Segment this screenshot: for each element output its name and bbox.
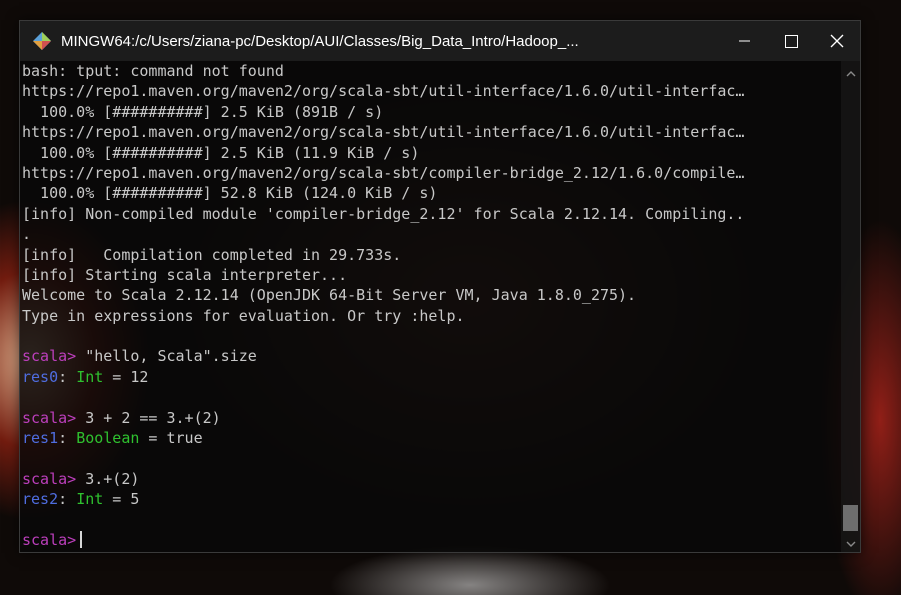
terminal-line: [info] Non-compiled module 'compiler-bri…: [22, 204, 745, 223]
terminal-line: Type in expressions for evaluation. Or t…: [22, 306, 465, 325]
repl-active-input-line[interactable]: scala>: [22, 530, 840, 550]
repl-command: "hello, Scala".size: [76, 347, 257, 366]
chevron-up-icon: [846, 62, 856, 81]
title-bar[interactable]: MINGW64:/c/Users/ziana-pc/Desktop/AUI/Cl…: [20, 21, 860, 61]
mingw-diamond-icon[interactable]: [31, 30, 53, 52]
result-value: = 5: [103, 490, 140, 509]
result-colon: :: [58, 490, 77, 509]
terminal-window[interactable]: MINGW64:/c/Users/ziana-pc/Desktop/AUI/Cl…: [19, 20, 861, 553]
result-name: res2: [22, 490, 59, 509]
result-name: res0: [22, 367, 59, 386]
repl-input-line: scala> 3.+(2): [22, 469, 840, 489]
terminal-line: https://repo1.maven.org/maven2/org/scala…: [22, 123, 745, 142]
repl-result-line: res1: Boolean = true: [22, 428, 840, 448]
minimize-button[interactable]: [722, 21, 768, 61]
repl-input-line: scala> "hello, Scala".size: [22, 346, 840, 366]
terminal-line: https://repo1.maven.org/maven2/org/scala…: [22, 163, 745, 182]
repl-result-line: res0: Int = 12: [22, 367, 840, 387]
result-name: res1: [22, 429, 59, 448]
terminal-line: 100.0% [##########] 52.8 KiB (124.0 KiB …: [22, 184, 438, 203]
terminal-line: [info] Compilation completed in 29.733s.: [22, 245, 402, 264]
terminal-line: 100.0% [##########] 2.5 KiB (11.9 KiB / …: [22, 143, 420, 162]
result-type: Boolean: [76, 429, 140, 448]
text-cursor: [80, 530, 83, 548]
result-type: Int: [76, 490, 104, 509]
result-value: = 12: [103, 367, 149, 386]
repl-command: 3 + 2 == 3.+(2): [76, 408, 221, 427]
scroll-up-button[interactable]: [841, 61, 860, 81]
terminal-line: bash: tput: command not found: [22, 62, 284, 80]
close-button[interactable]: [814, 21, 860, 61]
result-colon: :: [58, 429, 77, 448]
terminal-line: [info] Starting scala interpreter...: [22, 265, 348, 284]
maximize-button[interactable]: [768, 21, 814, 61]
scala-prompt: scala>: [22, 530, 77, 549]
scrollbar-thumb[interactable]: [843, 505, 858, 531]
repl-command: 3.+(2): [76, 469, 140, 488]
scala-prompt: scala>: [22, 469, 77, 488]
terminal-line: 100.0% [##########] 2.5 KiB (891B / s): [22, 102, 384, 121]
terminal-output[interactable]: bash: tput: command not found https://re…: [20, 61, 840, 552]
scroll-down-button[interactable]: [841, 532, 860, 552]
scala-prompt: scala>: [22, 408, 77, 427]
result-colon: :: [58, 367, 77, 386]
terminal-line: https://repo1.maven.org/maven2/org/scala…: [22, 82, 745, 101]
terminal-line: .: [22, 225, 32, 244]
scala-prompt: scala>: [22, 347, 77, 366]
result-type: Int: [76, 367, 104, 386]
minimize-icon: [739, 35, 751, 47]
result-value: = true: [139, 429, 203, 448]
terminal-line: Welcome to Scala 2.12.14 (OpenJDK 64-Bit…: [22, 286, 637, 305]
maximize-icon: [784, 34, 798, 48]
chevron-down-icon: [846, 533, 856, 552]
close-icon: [830, 34, 844, 48]
repl-result-line: res2: Int = 5: [22, 489, 840, 509]
window-title: MINGW64:/c/Users/ziana-pc/Desktop/AUI/Cl…: [61, 32, 579, 50]
repl-input-line: scala> 3 + 2 == 3.+(2): [22, 408, 840, 428]
vertical-scrollbar[interactable]: [841, 61, 860, 552]
